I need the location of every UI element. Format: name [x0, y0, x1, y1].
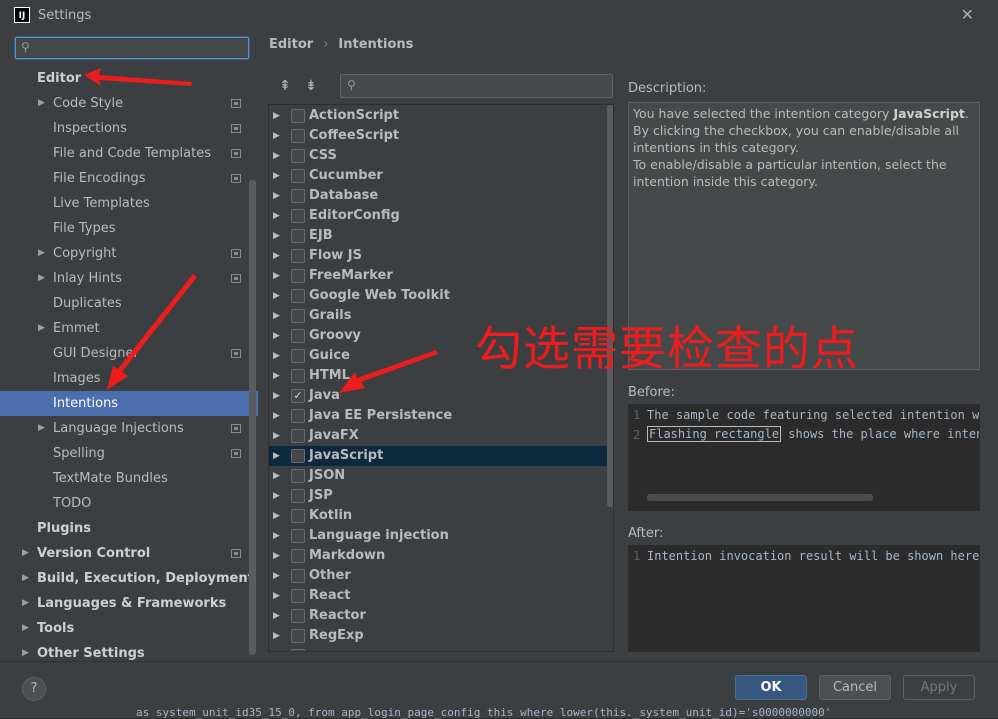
arrow-to-java	[339, 350, 438, 393]
arrow-to-editor	[84, 68, 192, 86]
annotation-arrows	[84, 68, 438, 393]
arrow-to-intentions	[107, 274, 197, 390]
settings-dialog: IJ Settings ✕ ⚲ Editor ▶ Code Style Inspect…	[0, 0, 998, 719]
